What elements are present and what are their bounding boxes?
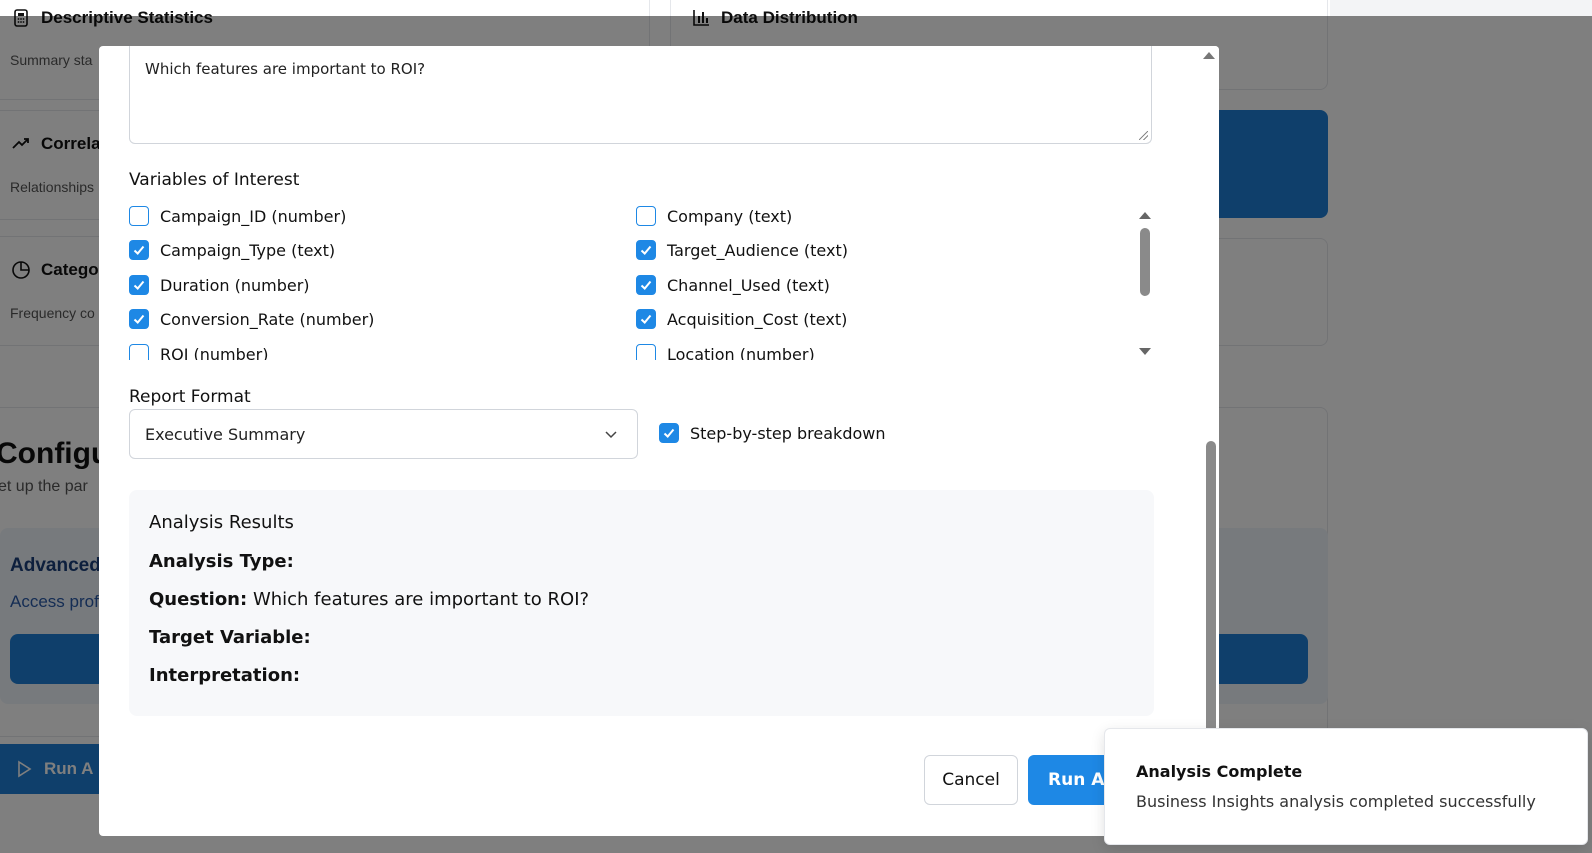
variables-list[interactable]: Campaign_ID (number) Company (text) Campai… bbox=[129, 202, 1154, 360]
question-text: Which features are important to ROI? bbox=[145, 60, 426, 78]
checkbox-unchecked-icon[interactable] bbox=[636, 344, 656, 360]
scroll-up-arrow-icon[interactable] bbox=[1139, 212, 1151, 219]
checkbox-unchecked-icon[interactable] bbox=[636, 206, 656, 226]
variable-checkbox-item[interactable]: Company (text) bbox=[636, 206, 792, 226]
modal-scroll-up-arrow-icon[interactable] bbox=[1203, 52, 1215, 59]
scroll-down-arrow-icon[interactable] bbox=[1139, 348, 1151, 355]
variable-checkbox-item[interactable]: Duration (number) bbox=[129, 275, 310, 295]
variable-label: Company (text) bbox=[667, 206, 793, 226]
variable-checkbox-item[interactable]: Location (number) bbox=[636, 344, 815, 360]
variable-checkbox-item[interactable]: Campaign_ID (number) bbox=[129, 206, 346, 226]
variable-label: Location (number) bbox=[667, 344, 815, 361]
modal-scroll-thumb[interactable] bbox=[1206, 441, 1216, 741]
resize-grip-icon[interactable] bbox=[1139, 131, 1148, 140]
variable-checkbox-item[interactable]: Channel_Used (text) bbox=[636, 275, 830, 295]
analysis-modal: Which features are important to ROI? Var… bbox=[99, 46, 1219, 836]
modal-scrollbar[interactable] bbox=[1203, 46, 1219, 836]
success-toast: Analysis Complete Business Insights anal… bbox=[1104, 728, 1588, 845]
toast-message: Business Insights analysis completed suc… bbox=[1136, 792, 1536, 811]
question-value: Which features are important to ROI? bbox=[252, 589, 590, 610]
toast-title: Analysis Complete bbox=[1136, 762, 1303, 781]
variable-label: Duration (number) bbox=[160, 275, 310, 295]
results-title: Analysis Results bbox=[149, 512, 294, 533]
report-format-value: Executive Summary bbox=[145, 424, 306, 444]
variable-label: Conversion_Rate (number) bbox=[160, 309, 375, 329]
result-question: Question: Which features are important t… bbox=[149, 589, 1134, 610]
report-format-select[interactable]: Executive Summary bbox=[129, 409, 638, 459]
checkbox-checked-icon[interactable] bbox=[659, 423, 679, 443]
checkbox-checked-icon[interactable] bbox=[129, 240, 149, 260]
variable-checkbox-item[interactable]: Target_Audience (text) bbox=[636, 240, 848, 260]
result-analysis-type: Analysis Type: bbox=[149, 551, 1134, 572]
variable-checkbox-item[interactable]: Campaign_Type (text) bbox=[129, 240, 335, 260]
cancel-button[interactable]: Cancel bbox=[924, 755, 1018, 805]
result-target-variable: Target Variable: bbox=[149, 627, 1134, 648]
variables-scrollbar[interactable] bbox=[1137, 206, 1153, 356]
step-by-step-checkbox[interactable]: Step-by-step breakdown bbox=[659, 423, 885, 443]
step-by-step-label: Step-by-step breakdown bbox=[690, 423, 886, 443]
result-interpretation: Interpretation: bbox=[149, 665, 1134, 686]
variable-checkbox-item[interactable]: Conversion_Rate (number) bbox=[129, 309, 374, 329]
target-variable-label: Target Variable: bbox=[149, 627, 311, 648]
variable-checkbox-item[interactable]: ROI (number) bbox=[129, 344, 268, 360]
analysis-type-label: Analysis Type: bbox=[149, 551, 294, 572]
checkbox-unchecked-icon[interactable] bbox=[129, 344, 149, 360]
variable-label: Target_Audience (text) bbox=[667, 240, 848, 260]
top-right-strip bbox=[1330, 0, 1592, 16]
variable-label: Acquisition_Cost (text) bbox=[667, 309, 848, 329]
question-textarea[interactable]: Which features are important to ROI? bbox=[129, 46, 1152, 144]
report-format-label: Report Format bbox=[129, 387, 251, 407]
checkbox-checked-icon[interactable] bbox=[129, 309, 149, 329]
variable-label: Channel_Used (text) bbox=[667, 275, 830, 295]
analysis-results-panel: Analysis Results Analysis Type: Question… bbox=[129, 490, 1154, 716]
checkbox-checked-icon[interactable] bbox=[129, 275, 149, 295]
variable-label: ROI (number) bbox=[160, 344, 269, 361]
scroll-thumb[interactable] bbox=[1140, 228, 1150, 296]
variable-label: Campaign_Type (text) bbox=[160, 240, 336, 260]
checkbox-unchecked-icon[interactable] bbox=[129, 206, 149, 226]
variable-checkbox-item[interactable]: Acquisition_Cost (text) bbox=[636, 309, 847, 329]
checkbox-checked-icon[interactable] bbox=[636, 240, 656, 260]
variable-label: Campaign_ID (number) bbox=[160, 206, 347, 226]
checkbox-checked-icon[interactable] bbox=[636, 275, 656, 295]
interpretation-label: Interpretation: bbox=[149, 665, 301, 686]
question-label: Question: bbox=[149, 589, 248, 610]
chevron-down-icon bbox=[603, 426, 619, 442]
checkbox-checked-icon[interactable] bbox=[636, 309, 656, 329]
variables-of-interest-label: Variables of Interest bbox=[129, 170, 300, 190]
